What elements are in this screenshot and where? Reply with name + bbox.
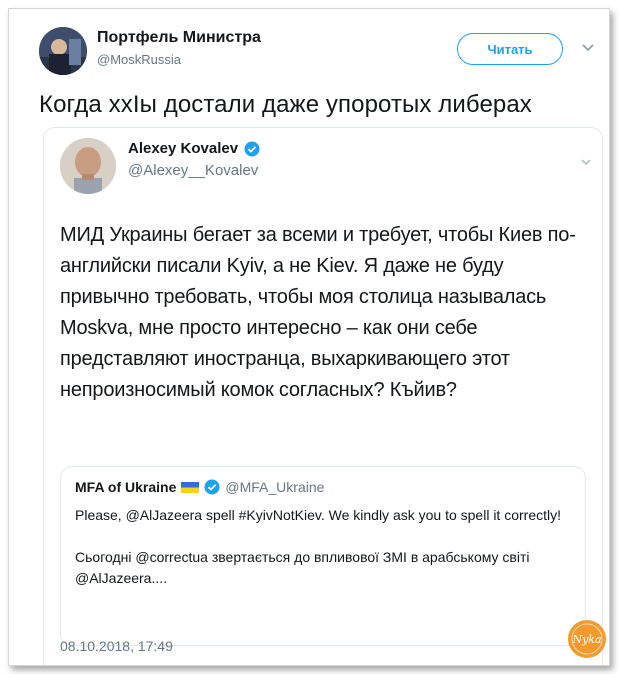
svg-text:Nyka: Nyka	[571, 633, 601, 646]
quoted-paragraph: Сьогодні @correctua звертається до вплив…	[75, 549, 530, 586]
inner-avatar[interactable]	[60, 138, 116, 194]
inner-name-row: Alexey Kovalev	[128, 140, 260, 157]
verified-badge-icon	[204, 479, 220, 495]
outer-tweet-text: Когда хxIы достали даже упоротых либерах	[39, 91, 532, 118]
follow-button[interactable]: Читать	[457, 33, 563, 65]
inner-tweet-text: МИД Украины бегает за всеми и требует, ч…	[60, 224, 576, 401]
verified-badge-icon	[244, 141, 260, 156]
quoted-paragraph: Please, @AlJazeera spell #KyivNotKiev. W…	[75, 507, 562, 523]
quoted-display-name[interactable]: MFA of Ukraine	[75, 479, 176, 495]
ukraine-flag-icon	[181, 481, 200, 493]
outer-avatar[interactable]	[39, 27, 87, 75]
outer-display-name[interactable]: Портфель Министра	[97, 29, 261, 47]
quoted-handle[interactable]: @MFA_Ukraine	[225, 479, 324, 495]
quoted-tweet-card[interactable]: MFA of Ukraine @MFA_Ukraine Please, @AlJ…	[60, 466, 586, 646]
chevron-down-icon[interactable]	[580, 156, 592, 168]
tweet-timestamp[interactable]: 08.10.2018, 17:49	[60, 638, 173, 654]
quoted-tweet-header: MFA of Ukraine @MFA_Ukraine	[75, 479, 324, 495]
inner-handle[interactable]: @Alexey__Kovalev	[128, 162, 258, 179]
outer-handle[interactable]: @MoskRussia	[97, 52, 181, 67]
tweet-screenshot-frame: Портфель Министра @MoskRussia Читать Ког…	[8, 8, 610, 666]
inner-display-name[interactable]: Alexey Kovalev	[128, 140, 238, 157]
nyka-watermark-logo: Nyka	[568, 620, 606, 658]
embedded-tweet-card[interactable]: Alexey Kovalev @Alexey__Kovalev МИД Укра…	[43, 127, 603, 665]
quoted-tweet-body: Please, @AlJazeera spell #KyivNotKiev. W…	[75, 505, 573, 610]
chevron-down-icon[interactable]	[581, 41, 595, 55]
